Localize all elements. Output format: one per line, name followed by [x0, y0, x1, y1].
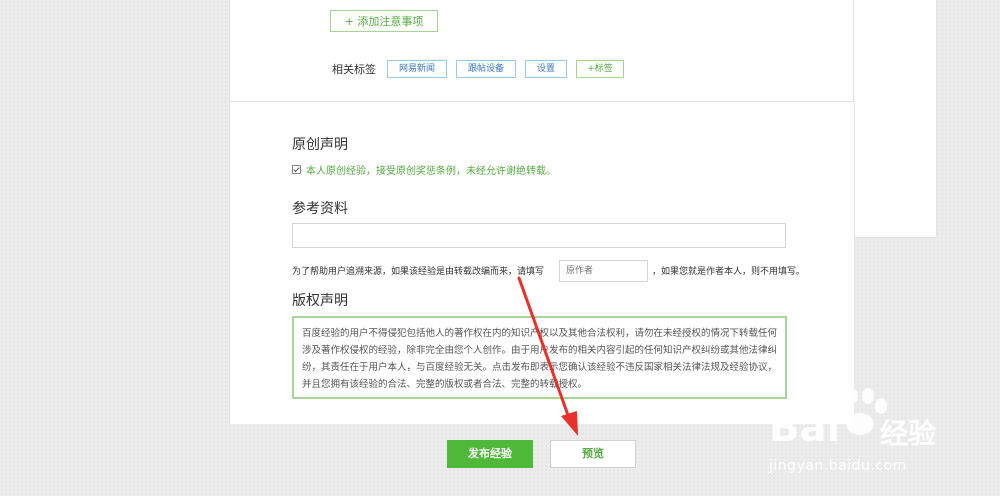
watermark-url: jingyan.baidu.com — [769, 458, 907, 474]
watermark-brand: Bai — [769, 405, 841, 451]
watermark-brand-cn: 经验 — [880, 417, 937, 450]
